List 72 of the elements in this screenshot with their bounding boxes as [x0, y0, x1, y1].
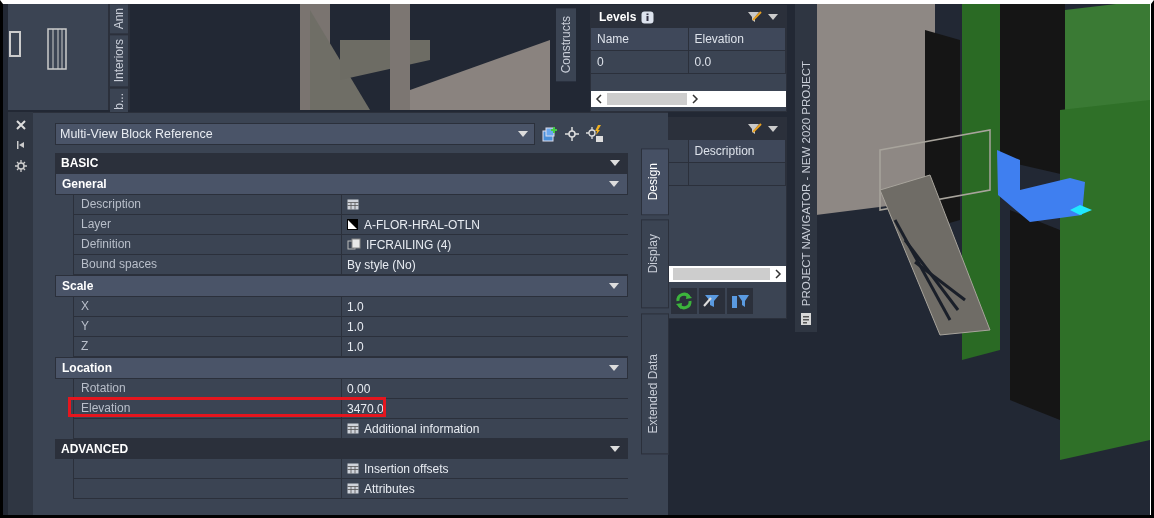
section-header[interactable]: BASIC — [55, 153, 628, 173]
horizontal-scrollbar[interactable] — [669, 266, 786, 282]
caret-icon[interactable] — [609, 365, 619, 371]
table-icon[interactable] — [347, 199, 359, 210]
close-icon[interactable] — [15, 120, 26, 130]
property-value: 1.0 — [347, 319, 364, 334]
caret-icon[interactable] — [609, 181, 619, 187]
filter-icon[interactable] — [747, 10, 763, 24]
property-value: 3470.0 — [347, 401, 384, 416]
property-value: 1.0 — [347, 339, 364, 354]
column-header[interactable]: Name — [591, 28, 689, 50]
palette-title: Levels — [599, 10, 637, 24]
property-value: 0.00 — [347, 381, 371, 396]
info-icon[interactable] — [641, 10, 655, 24]
property-value: Insertion offsets — [364, 461, 449, 476]
palette-tab[interactable]: Ann — [110, 4, 128, 34]
caret-icon[interactable] — [609, 283, 619, 289]
section-header[interactable]: ADVANCED — [55, 439, 628, 459]
chevron-right-icon[interactable] — [774, 269, 782, 279]
caret-icon[interactable] — [610, 160, 620, 166]
filter-icon[interactable] — [699, 288, 725, 314]
property-value: IFCRAILING (4) — [366, 237, 452, 252]
property-label: X — [74, 297, 342, 316]
caret-icon[interactable] — [768, 126, 778, 132]
section-header[interactable]: General — [55, 173, 628, 195]
property-value: A-FLOR-HRAL-OTLN — [364, 217, 480, 232]
selected-railing-drawing[interactable] — [997, 150, 1092, 222]
side-tab[interactable]: Design — [641, 148, 669, 216]
block-icon — [347, 237, 361, 252]
horizontal-scrollbar[interactable] — [591, 91, 786, 107]
column-header[interactable]: Description — [688, 140, 786, 162]
pin-icon[interactable] — [15, 140, 26, 150]
column-header[interactable]: Elevation — [688, 28, 786, 50]
table-icon[interactable] — [347, 483, 359, 494]
object-type-dropdown[interactable]: Multi-View Block Reference — [55, 123, 535, 145]
filter-icon[interactable] — [747, 122, 763, 136]
caret-icon[interactable] — [518, 131, 528, 137]
property-label: Y — [74, 317, 342, 336]
side-tab[interactable]: Extended Data — [641, 312, 669, 455]
table-icon[interactable] — [347, 423, 359, 434]
chevron-right-icon[interactable] — [691, 94, 699, 104]
table-cell: 0 — [591, 51, 689, 73]
property-value: 1.0 — [347, 299, 364, 314]
property-value: Attributes — [364, 481, 415, 496]
palette-tab[interactable]: Interiors — [110, 35, 128, 87]
property-label: Bound spaces — [74, 255, 342, 274]
settings-icon[interactable] — [14, 160, 27, 172]
chevron-left-icon[interactable] — [595, 94, 603, 104]
property-label: Z — [74, 337, 342, 356]
property-value: By style (No) — [347, 257, 416, 272]
table-icon[interactable] — [347, 463, 359, 474]
table-cell: 0.0 — [688, 51, 786, 73]
refresh-icon[interactable] — [671, 288, 697, 314]
property-label: Layer — [74, 215, 342, 234]
side-tab[interactable]: Display — [641, 219, 669, 309]
palette-title: PROJECT NAVIGATOR - NEW 2020 PROJECT — [800, 60, 812, 306]
quick-select-icon[interactable] — [586, 125, 604, 143]
caret-icon[interactable] — [768, 14, 778, 20]
document-icon[interactable] — [800, 312, 812, 326]
layer-icon — [347, 219, 359, 230]
crosshair-icon[interactable] — [565, 127, 579, 141]
property-label: Definition — [74, 235, 342, 254]
property-value: Additional information — [364, 421, 480, 436]
property-label: Description — [74, 195, 342, 214]
property-label: Rotation — [74, 379, 342, 398]
add-selection-icon[interactable] — [542, 126, 558, 142]
palette-tab[interactable]: Constructs — [556, 8, 576, 82]
section-header[interactable]: Scale — [55, 275, 628, 297]
filter-icon[interactable] — [727, 288, 753, 314]
caret-icon[interactable] — [610, 446, 620, 452]
section-header[interactable]: Location — [55, 357, 628, 379]
palette-tab[interactable]: b... — [110, 88, 128, 114]
